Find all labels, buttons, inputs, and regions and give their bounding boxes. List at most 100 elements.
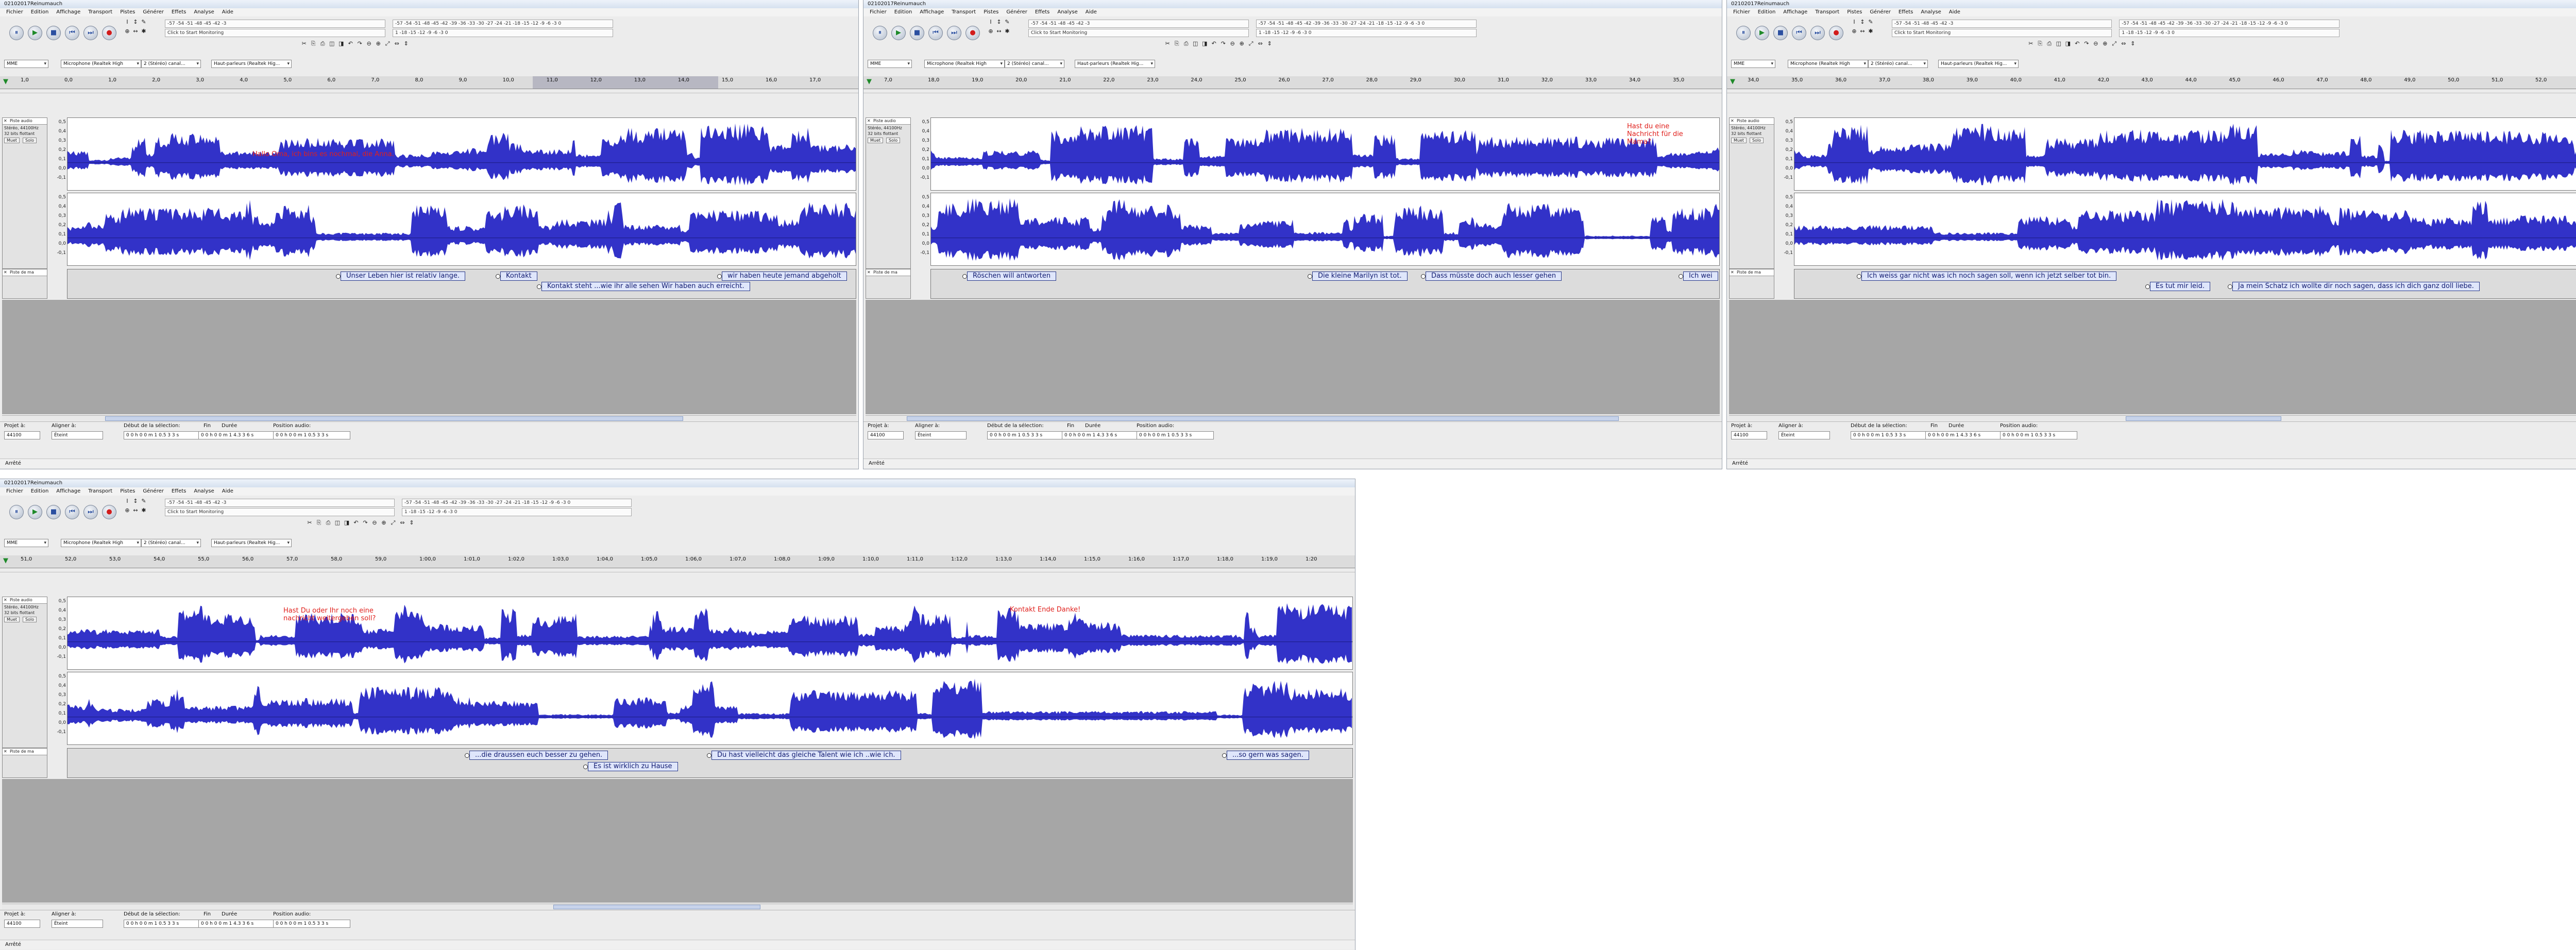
monitor-toggle[interactable]: Click to Start Monitoring: [1028, 29, 1249, 37]
horizontal-scrollbar[interactable]: [2, 415, 856, 421]
timeline-ruler[interactable]: ▼ 1,0 0,0 1,0 2,0 3,0 4,0 5,0 6,0 7,0 8,0 9,0 10,0 11…: [0, 76, 858, 89]
scrollbar-thumb[interactable]: [907, 416, 1619, 421]
tool-4-icon[interactable]: ↔: [132, 28, 139, 35]
channels-select[interactable]: 2 (Stéréo) canal...: [141, 60, 201, 68]
stop-icon[interactable]: ■: [46, 505, 61, 519]
text-label[interactable]: Ja mein Schatz ich wollte dir noch sagen…: [2228, 282, 2480, 291]
tool-3-icon[interactable]: ⊕: [124, 28, 131, 35]
menu-3[interactable]: Transport: [88, 488, 112, 494]
label-track-name[interactable]: Piste de ma: [3, 749, 47, 755]
output-device-select[interactable]: Haut-parleurs (Realtek Hig...: [1075, 60, 1155, 68]
playback-meter-2[interactable]: 1 -18 -15 -12 -9 -6 -3 0: [402, 508, 632, 516]
edit-tool-10-icon[interactable]: ⇔: [1257, 40, 1264, 47]
output-device-select[interactable]: Haut-parleurs (Realtek Hig...: [211, 60, 292, 68]
playback-meter[interactable]: -57 -54 -51 -48 -45 -42 -39 -36 -33 -30 …: [2119, 20, 2340, 28]
pause-icon[interactable]: ⏸: [1736, 26, 1751, 40]
menu-4[interactable]: Pistes: [120, 488, 135, 494]
audio-track-name[interactable]: Piste audio: [866, 118, 910, 125]
waveform-channel-2[interactable]: [67, 193, 856, 266]
menu-0[interactable]: Fichier: [870, 9, 887, 15]
edit-tool-3-icon[interactable]: ◫: [334, 519, 341, 527]
record-icon[interactable]: ●: [102, 26, 116, 40]
menu-1[interactable]: Edition: [894, 9, 912, 15]
selection-start-field[interactable]: 0 0 h 0 0 m 1 0.5 3 3 s: [987, 431, 1064, 439]
snap-select[interactable]: Éteint: [1778, 431, 1830, 439]
selection-end-field[interactable]: 0 0 h 0 0 m 1 4.3 3 6 s: [198, 920, 276, 928]
text-label[interactable]: ...die draussen euch besser zu gehen.: [464, 751, 608, 760]
menu-0[interactable]: Fichier: [1733, 9, 1750, 15]
project-rate-select[interactable]: 44100: [868, 431, 904, 439]
edit-tool-0-icon[interactable]: ✂: [306, 519, 313, 527]
tool-2-icon[interactable]: ✎: [140, 19, 147, 26]
horizontal-scrollbar[interactable]: [2, 904, 1353, 909]
timeline-ruler[interactable]: ▼ 7,0 18,0 19,0 20,0 21,0 22,0 23,0 24,0 25,0 26,0…: [863, 76, 1722, 89]
output-device-select[interactable]: Haut-parleurs (Realtek Hig...: [211, 539, 292, 547]
edit-tool-8-icon[interactable]: ⊕: [375, 40, 382, 47]
waveform-channel-1[interactable]: [930, 117, 1720, 191]
play-icon[interactable]: ▶: [891, 26, 906, 40]
menu-5[interactable]: Générer: [143, 488, 164, 494]
timeline-ruler[interactable]: ▼ 51,0 52,0 53,0 54,0 55,0 56,0 57,0 58,0 59,0 1:0…: [0, 555, 1355, 568]
selection-start-field[interactable]: 0 0 h 0 0 m 1 0.5 3 3 s: [1851, 431, 1928, 439]
edit-tool-5-icon[interactable]: ↶: [1210, 40, 1217, 47]
snap-select[interactable]: Éteint: [52, 920, 103, 928]
tool-5-icon[interactable]: ✱: [140, 507, 147, 514]
tool-2-icon[interactable]: ✎: [140, 498, 147, 505]
record-meter[interactable]: -57 -54 -51 -48 -45 -42 -3: [165, 499, 395, 507]
waveform-channel-2[interactable]: [1794, 193, 2576, 266]
solo-button[interactable]: Solo: [23, 138, 37, 143]
waveform-channel-2[interactable]: [930, 193, 1720, 266]
edit-tool-6-icon[interactable]: ↷: [2083, 40, 2090, 47]
label-track[interactable]: Röschen will antworten Die kleine Marilyn…: [930, 269, 1720, 299]
skip-end-icon[interactable]: ⏭: [947, 26, 961, 40]
project-rate-select[interactable]: 44100: [1731, 431, 1767, 439]
record-icon[interactable]: ●: [1829, 26, 1843, 40]
edit-tool-2-icon[interactable]: ⎙: [325, 519, 332, 527]
play-icon[interactable]: ▶: [28, 26, 42, 40]
channels-select[interactable]: 2 (Stéréo) canal...: [1005, 60, 1064, 68]
end-radio[interactable]: Fin: [1930, 423, 1938, 429]
text-label[interactable]: Die kleine Marilyn ist tot.: [1308, 272, 1408, 281]
solo-button[interactable]: Solo: [1750, 138, 1764, 143]
edit-tool-5-icon[interactable]: ↶: [347, 40, 354, 47]
text-label[interactable]: Ich wei: [1679, 272, 1718, 281]
edit-tool-1-icon[interactable]: ⎘: [315, 519, 323, 527]
label-track[interactable]: ...die draussen euch besser zu gehen. Es …: [67, 748, 1353, 778]
label-track-panel[interactable]: Piste de ma: [2, 269, 47, 299]
record-meter[interactable]: -57 -54 -51 -48 -45 -42 -3: [1028, 20, 1249, 28]
scrollbar-thumb[interactable]: [2126, 416, 2281, 421]
end-radio[interactable]: Fin: [204, 911, 211, 917]
label-track-panel[interactable]: Piste de ma: [1729, 269, 1774, 299]
record-meter[interactable]: -57 -54 -51 -48 -45 -42 -3: [1892, 20, 2112, 28]
tool-3-icon[interactable]: ⊕: [1851, 28, 1858, 35]
audio-position-field[interactable]: 0 0 h 0 0 m 1 0.5 3 3 s: [273, 920, 350, 928]
tool-1-icon[interactable]: ↕: [132, 19, 139, 26]
tool-4-icon[interactable]: ↔: [995, 28, 1003, 35]
audio-position-field[interactable]: 0 0 h 0 0 m 1 0.5 3 3 s: [2000, 431, 2077, 439]
tool-5-icon[interactable]: ✱: [1867, 28, 1874, 35]
tool-1-icon[interactable]: ↕: [132, 498, 139, 505]
tool-0-icon[interactable]: I: [1851, 19, 1858, 26]
menu-8[interactable]: Aide: [1086, 9, 1097, 15]
tool-4-icon[interactable]: ↔: [1859, 28, 1866, 35]
audio-track-panel[interactable]: Piste audioStéréo, 44100Hz32 bits flotta…: [2, 597, 47, 748]
audio-track-name[interactable]: Piste audio: [3, 118, 47, 125]
text-label[interactable]: Du hast vielleicht das gleiche Talent wi…: [707, 751, 901, 760]
text-label[interactable]: Ich weiss gar nicht was ich noch sagen s…: [1856, 272, 2117, 281]
tool-0-icon[interactable]: I: [987, 19, 994, 26]
text-label[interactable]: Kontakt steht ...wie ihr alle sehen Wir …: [537, 282, 750, 291]
edit-tool-5-icon[interactable]: ↶: [352, 519, 360, 527]
text-label[interactable]: Es ist wirklich zu Hause: [583, 762, 678, 771]
tool-1-icon[interactable]: ↕: [995, 19, 1003, 26]
waveform-channel-2[interactable]: [67, 672, 1353, 745]
text-label[interactable]: ...so gern was sagen.: [1222, 751, 1309, 760]
edit-tool-11-icon[interactable]: ⇕: [408, 519, 415, 527]
solo-button[interactable]: Solo: [23, 617, 37, 622]
edit-tool-6-icon[interactable]: ↷: [1219, 40, 1227, 47]
label-track[interactable]: Ich weiss gar nicht was ich noch sagen s…: [1794, 269, 2576, 299]
audio-track-panel[interactable]: Piste audioStéréo, 44100Hz32 bits flotta…: [2, 117, 47, 269]
playback-meter[interactable]: -57 -54 -51 -48 -45 -42 -39 -36 -33 -30 …: [1256, 20, 1477, 28]
horizontal-scrollbar[interactable]: [1729, 415, 2576, 421]
edit-tool-4-icon[interactable]: ◨: [2064, 40, 2072, 47]
record-meter[interactable]: -57 -54 -51 -48 -45 -42 -3: [165, 20, 385, 28]
